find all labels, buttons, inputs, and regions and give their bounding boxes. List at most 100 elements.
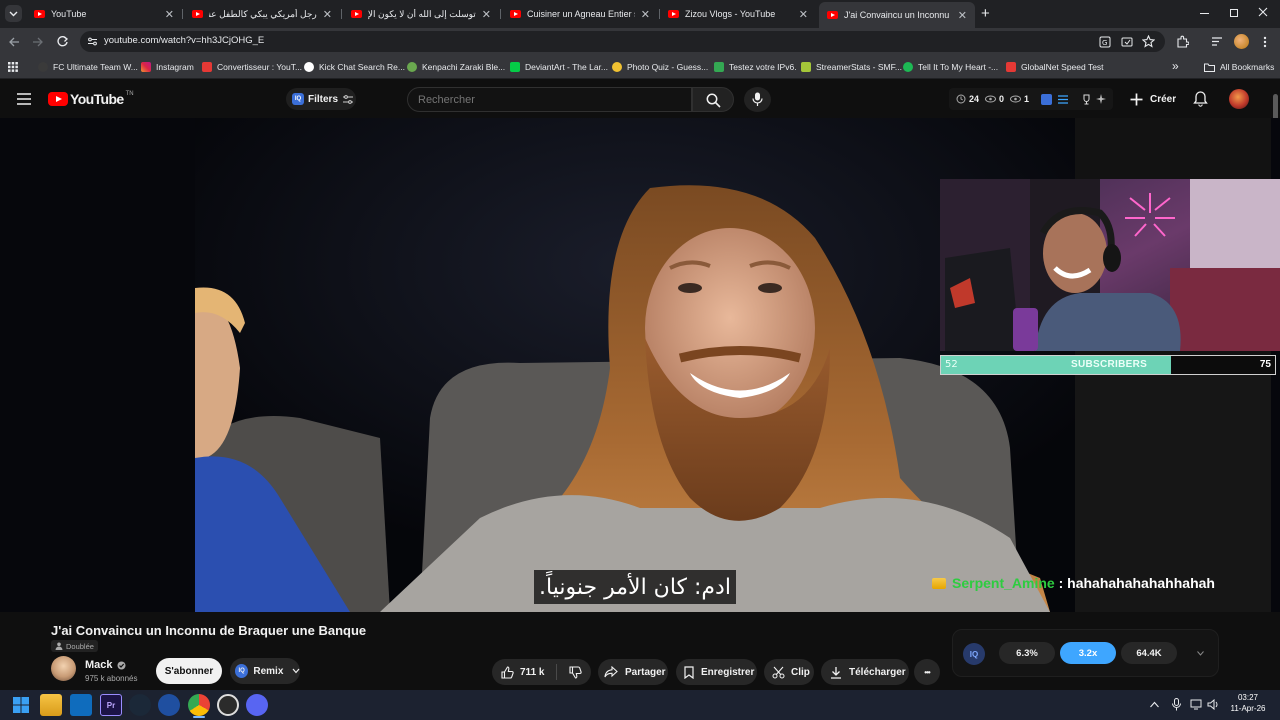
iq-metric[interactable]: 64.4K [1121,642,1177,664]
minimize-button[interactable] [1200,13,1209,14]
channel-name[interactable]: Mack [85,659,126,671]
chrome-icon[interactable] [188,694,210,716]
forward-arrow-icon[interactable] [32,36,44,48]
plus-icon [1130,93,1143,105]
hamburger-menu-icon[interactable] [17,93,31,105]
clock[interactable]: 03:27 11-Apr-26 [1228,693,1268,713]
close-tab-icon[interactable]: ✕ [482,8,491,21]
close-tab-icon[interactable]: ✕ [323,8,332,21]
chevron-up-icon[interactable] [1150,701,1159,708]
bookmark-star-icon[interactable] [1142,35,1155,48]
chat-overlay-message: Serpent_Amine : hahahahahahahhahah [932,575,1215,591]
create-button[interactable]: Créer [1122,88,1180,110]
voice-search-button[interactable] [744,87,771,112]
browser-tab[interactable]: YouTube ✕ [26,4,182,24]
bookmark-item[interactable]: DeviantArt - The Lar... [510,60,608,74]
bookmark-item[interactable]: FC Ultimate Team W... [38,60,138,74]
premiere-pro-icon[interactable]: Pr [100,694,122,716]
network-icon[interactable] [1190,699,1204,710]
translate-icon[interactable]: G [1099,36,1111,48]
outlook-icon[interactable] [70,694,92,716]
start-button[interactable] [13,697,29,713]
browser-tab[interactable]: رجل أمريكي يبكي كالطفل عندما ✕ [184,4,340,24]
site-info-icon[interactable] [87,36,98,47]
bookmark-item[interactable]: Tell It To My Heart -... [903,60,998,74]
all-bookmarks-button[interactable]: All Bookmarks [1204,60,1274,74]
windows-taskbar: Pr 03:27 11-Apr-26 [0,690,1280,720]
sparkle-icon[interactable] [1096,94,1107,104]
remix-button[interactable]: IQ Remix [230,658,300,684]
address-bar[interactable]: youtube.com/watch?v=hh3JCjOHG_E G [80,31,1165,52]
iq-metric[interactable]: 6.3% [999,642,1055,664]
reload-icon[interactable] [56,35,69,48]
filters-button[interactable]: IQ Filters [286,88,356,110]
maximize-button[interactable] [1230,9,1238,17]
profile-avatar[interactable] [1234,34,1249,49]
bookmark-item[interactable]: GlobalNet Speed Test [1006,60,1104,74]
close-window-button[interactable] [1257,6,1269,18]
extensions-puzzle-icon[interactable] [1176,35,1189,48]
iq-metric-highlight[interactable]: 3.2x [1060,642,1116,664]
bookmark-favicon-icon [1006,62,1016,72]
browser-menu-icon[interactable] [1262,36,1268,48]
video-player[interactable]: 52 SUBSCRIBERS 75 ادم: كان الأمر جنونياً… [0,118,1280,612]
close-tab-icon[interactable]: ✕ [958,9,967,22]
reading-list-icon[interactable] [1211,36,1223,47]
steam-icon[interactable] [129,694,151,716]
channel-avatar[interactable] [51,656,76,681]
iq-extension-icon[interactable] [1041,93,1053,105]
crown-icon [932,577,946,589]
like-button[interactable]: 711 k [492,665,544,679]
close-tab-icon[interactable]: ✕ [641,8,650,21]
subscriber-goal-bar: 52 SUBSCRIBERS 75 [940,355,1276,375]
dislike-button[interactable] [569,665,583,679]
youtube-logo[interactable]: YouTube TN [48,91,134,107]
volume-icon[interactable] [1207,699,1220,710]
apps-grid-icon[interactable] [8,62,18,72]
bookmark-item[interactable]: Convertisseur : YouT... [202,60,302,74]
download-button[interactable]: Télécharger [821,659,909,685]
app-icon[interactable] [158,694,180,716]
eye-icon [985,95,997,103]
trophy-icon[interactable] [1081,94,1092,105]
notifications-bell-icon[interactable] [1193,91,1208,107]
bookmark-item[interactable]: Kenpachi Zaraki Ble... [407,60,505,74]
search-button[interactable] [692,87,734,112]
more-actions-button[interactable]: ••• [914,659,940,685]
bookmark-favicon-icon [612,62,622,72]
cast-icon[interactable] [1121,36,1133,48]
bookmarks-overflow-button[interactable]: » [1172,59,1179,73]
list-icon[interactable] [1058,94,1069,104]
discord-icon[interactable] [246,694,268,716]
microphone-icon[interactable] [1172,698,1181,711]
bookmark-item[interactable]: Kick Chat Search Re... [304,60,405,74]
bar-chart-icon [801,62,811,72]
share-arrow-icon [604,666,618,678]
browser-tab-active[interactable]: J'ai Convaincu un Inconnu de B ✕ [819,2,975,28]
bookmark-item[interactable]: Photo Quiz - Guess... [612,60,708,74]
save-button[interactable]: Enregistrer [676,659,757,685]
user-avatar[interactable] [1229,89,1249,109]
file-explorer-icon[interactable] [40,694,62,716]
new-tab-button[interactable]: + [981,5,990,22]
tab-search-button[interactable] [5,5,22,22]
browser-tab[interactable]: Zizou Vlogs - YouTube ✕ [660,4,816,24]
subscribe-button[interactable]: S'abonner [156,658,222,684]
bookmark-favicon-icon [38,62,48,72]
search-input[interactable] [418,88,678,111]
bookmark-item[interactable]: StreamerStats - SMF... [801,60,902,74]
app-icon[interactable] [217,694,239,716]
browser-tab[interactable]: Cuisiner un Agneau Entier sous ✕ [502,4,658,24]
chevron-down-icon[interactable] [1197,651,1204,656]
back-arrow-icon[interactable] [8,36,20,48]
iq-badge: IQ [235,664,249,678]
youtube-play-icon [48,92,68,106]
clip-button[interactable]: Clip [764,659,814,685]
bookmark-item[interactable]: Instagram [141,60,194,74]
browser-tab[interactable]: توسلت إلى الله أن لا يكون الإسلا" ✕ [343,4,499,24]
close-tab-icon[interactable]: ✕ [799,8,808,21]
close-tab-icon[interactable]: ✕ [165,8,174,21]
youtube-favicon-icon [34,10,45,18]
bookmark-item[interactable]: Testez votre IPv6. [714,60,797,74]
share-button[interactable]: Partager [598,659,668,685]
